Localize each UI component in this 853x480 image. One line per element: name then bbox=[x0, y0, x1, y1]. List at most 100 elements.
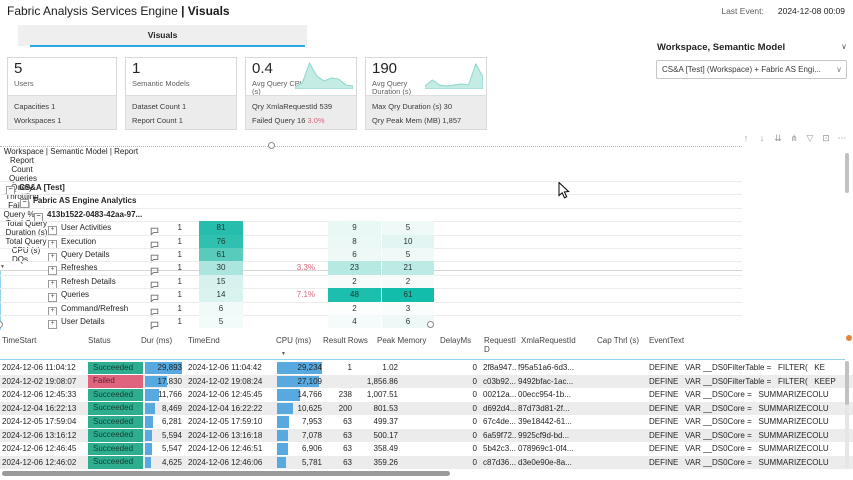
matrix-cell-queries[interactable]: 76 bbox=[199, 235, 243, 248]
kpi-stat-text: Capacities 1 bbox=[14, 102, 55, 111]
matrix-row-label: +Command/Refresh bbox=[48, 304, 128, 316]
table-column-header[interactable]: Result Rows bbox=[323, 336, 375, 345]
time_start-cell: 2024-12-05 17:59:04 bbox=[2, 415, 87, 429]
matrix-row[interactable]: +Execution176810 bbox=[0, 235, 742, 248]
table-row[interactable]: 2024-12-02 19:08:07Failed17,8302024-12-0… bbox=[0, 375, 853, 389]
matrix-cell-queries[interactable]: 81 bbox=[199, 221, 243, 234]
matrix-row[interactable]: +Query Details16165 bbox=[0, 248, 742, 261]
matrix-cell-duration[interactable]: 8 bbox=[328, 235, 381, 248]
kpi-card[interactable]: 5UsersCapacities 1Workspaces 1 bbox=[7, 57, 117, 130]
table-row[interactable]: 2024-12-05 17:59:04Succeeded6,2812024-12… bbox=[0, 415, 853, 429]
drill-down-icon[interactable]: ↓ bbox=[754, 133, 770, 143]
table-column-header[interactable]: Dur (ms) bbox=[141, 336, 179, 345]
matrix-row[interactable]: +Queries1147.1%4861 bbox=[0, 288, 742, 301]
kpi-card[interactable]: 1Semantic ModelsDataset Count 1Report Co… bbox=[125, 57, 237, 130]
matrix-cell-duration[interactable]: 9 bbox=[328, 221, 381, 234]
table-column-header[interactable]: Peak Memory bbox=[377, 336, 435, 345]
matrix-row[interactable]: −413b1522-0483-42aa-97... bbox=[0, 208, 742, 221]
matrix-cell-queries[interactable]: 5 bbox=[199, 315, 243, 328]
matrix-row[interactable]: +Refresh Details11522 bbox=[0, 275, 742, 288]
matrix-row[interactable]: −CS&A [Test] bbox=[0, 181, 742, 194]
kpi-stat-line: Dataset Count 1 bbox=[132, 101, 236, 115]
matrix-cell-queries[interactable]: 6 bbox=[199, 302, 243, 315]
expand-all-levels-icon[interactable]: ⋔ bbox=[786, 133, 802, 144]
matrix-scrollbar[interactable] bbox=[845, 153, 849, 193]
event_text-cell: DEFINE VAR __DS0Core = SUMMARIZECOLU bbox=[649, 415, 845, 429]
table-row[interactable]: 2024-12-06 12:46:02Succeeded4,6252024-12… bbox=[0, 456, 853, 470]
slicer-dropdown[interactable]: CS&A [Test] (Workspace) + Fabric AS Engi… bbox=[656, 60, 847, 79]
matrix-row[interactable]: +Command/Refresh1623 bbox=[0, 302, 742, 315]
table-column-header[interactable]: Cap Thrl (s) bbox=[597, 336, 643, 345]
table-row[interactable]: 2024-12-06 12:46:45Succeeded5,5472024-12… bbox=[0, 442, 853, 456]
table-row[interactable]: 2024-12-06 12:45:33Succeeded11,7662024-1… bbox=[0, 388, 853, 402]
resize-handle[interactable] bbox=[268, 142, 275, 149]
request_id-cell: 2f8a947... bbox=[483, 361, 517, 375]
kpi-card[interactable]: 0.4Avg Query CPU (s)Qry XmlaRequestId 53… bbox=[245, 57, 357, 130]
matrix-cell-report-count: 1 bbox=[160, 290, 182, 299]
matrix-row[interactable]: −Fabric AS Engine Analytics bbox=[0, 194, 742, 207]
matrix-cell-queries[interactable]: 15 bbox=[199, 275, 243, 288]
matrix-cell-cpu[interactable]: 5 bbox=[382, 221, 434, 234]
matrix-row-label: +Query Details bbox=[48, 250, 109, 262]
dur-value: 8,469 bbox=[162, 404, 184, 413]
data-bar bbox=[145, 403, 155, 415]
table-column-header[interactable]: RequestID bbox=[484, 336, 517, 354]
expand-next-level-icon[interactable]: ⇊ bbox=[770, 133, 786, 144]
time_start-cell: 2024-12-06 12:45:33 bbox=[2, 388, 87, 402]
table-hscrollbar[interactable] bbox=[2, 471, 450, 476]
focus-mode-icon[interactable]: ⊡ bbox=[818, 133, 834, 144]
matrix-row[interactable]: +Refreshes1303.3%2321 bbox=[0, 261, 742, 274]
resize-handle[interactable] bbox=[427, 321, 434, 328]
table-vscrollbar-thumb[interactable] bbox=[845, 361, 849, 405]
time_end-cell: 2024-12-04 16:22:22 bbox=[188, 402, 275, 416]
matrix-cell-cpu[interactable]: 2 bbox=[382, 275, 434, 288]
data-bar bbox=[277, 430, 288, 442]
matrix-row[interactable]: +User Activities18195 bbox=[0, 221, 742, 234]
time_start-cell: 2024-12-04 16:22:13 bbox=[2, 402, 87, 416]
matrix-cell-cpu[interactable]: 10 bbox=[382, 235, 434, 248]
table-vscrollbar-track[interactable] bbox=[845, 361, 849, 469]
matrix-cell-cpu[interactable]: 61 bbox=[382, 288, 434, 301]
matrix-column-header[interactable]: Workspace | Semantic Model | Report bbox=[0, 147, 142, 156]
more-options-icon[interactable]: ⋯ bbox=[834, 133, 850, 144]
matrix-cell-cpu[interactable]: 5 bbox=[382, 248, 434, 261]
table-row[interactable]: 2024-12-06 13:16:12Succeeded5,5942024-12… bbox=[0, 429, 853, 443]
matrix-cell-queries[interactable]: 61 bbox=[199, 248, 243, 261]
matrix-cell-duration[interactable]: 48 bbox=[328, 288, 381, 301]
kpi-card-stats: Capacities 1 Workspaces 1 bbox=[8, 95, 116, 129]
matrix-cell-duration[interactable]: 6 bbox=[328, 248, 381, 261]
matrix-cell-queries[interactable]: 30 bbox=[199, 261, 243, 274]
status-badge: Succeeded bbox=[88, 389, 143, 402]
matrix-cell-duration[interactable]: 23 bbox=[328, 261, 381, 274]
table-column-header[interactable]: Status bbox=[88, 336, 140, 345]
matrix-cell-duration[interactable]: 2 bbox=[328, 275, 381, 288]
table-column-header[interactable]: EventText bbox=[649, 336, 739, 345]
slicer-title[interactable]: Workspace, Semantic Model∨ bbox=[657, 42, 847, 53]
table-column-header[interactable]: TimeStart bbox=[2, 336, 82, 345]
matrix-cell-duration[interactable]: 4 bbox=[328, 315, 381, 328]
cap_thrl-cell bbox=[597, 415, 637, 429]
time_start-cell: 2024-12-06 12:46:45 bbox=[2, 442, 87, 456]
matrix-cell-cpu[interactable]: 6 bbox=[382, 315, 434, 328]
table-column-header[interactable]: CPU (ms) bbox=[276, 336, 318, 345]
event_text-cell: DEFINE VAR __DS0Core = SUMMARIZECOLU bbox=[649, 429, 845, 443]
matrix-cell-duration[interactable]: 2 bbox=[328, 302, 381, 315]
matrix-cell-queries[interactable]: 14 bbox=[199, 288, 243, 301]
table-column-header[interactable]: TimeEnd bbox=[188, 336, 274, 345]
matrix-cell-cpu[interactable]: 21 bbox=[382, 261, 434, 274]
kpi-card-top: 0.4Avg Query CPU (s) bbox=[246, 58, 356, 95]
kpi-card[interactable]: 190Avg Query Duration (s)Max Qry Duratio… bbox=[365, 57, 487, 130]
table-column-header[interactable]: XmlaRequestId bbox=[521, 336, 591, 345]
speech-bubble-icon[interactable] bbox=[150, 317, 159, 330]
table-row[interactable]: 2024-12-06 11:04:12Succeeded29,8932024-1… bbox=[0, 361, 853, 375]
table-column-header[interactable]: DelayMs bbox=[440, 336, 480, 345]
matrix-column-header[interactable]: Report Count bbox=[0, 156, 44, 174]
tab-visuals[interactable]: Visuals bbox=[18, 25, 307, 46]
table-row[interactable]: 2024-12-04 16:22:13Succeeded8,4692024-12… bbox=[0, 402, 853, 416]
kpi-stat-line: Workspaces 1 bbox=[14, 115, 116, 129]
filter-icon[interactable]: ▽ bbox=[802, 133, 818, 144]
matrix-row[interactable]: +User Details1546 bbox=[0, 315, 742, 328]
expand-toggle[interactable]: + bbox=[48, 320, 57, 329]
matrix-cell-cpu[interactable]: 3 bbox=[382, 302, 434, 315]
drill-up-icon[interactable]: ↑ bbox=[738, 133, 754, 143]
